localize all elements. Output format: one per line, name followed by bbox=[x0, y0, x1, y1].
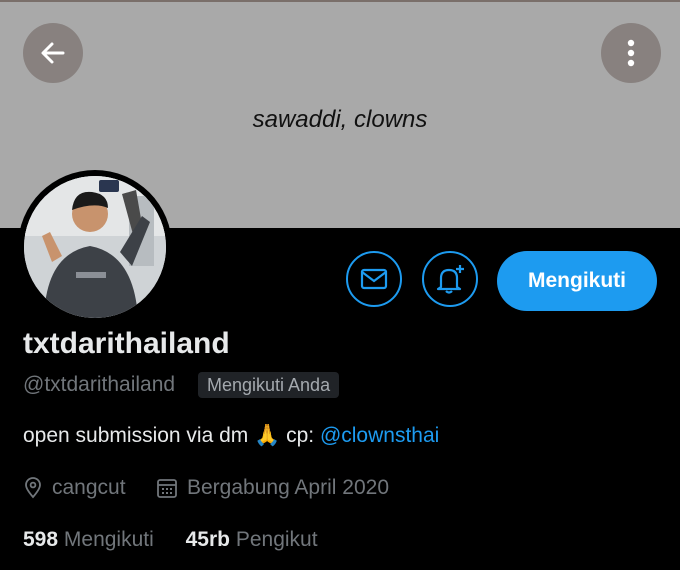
followers-count: 45rb bbox=[185, 528, 230, 551]
join-date: Bergabung April 2020 bbox=[156, 476, 389, 500]
calendar-icon bbox=[157, 479, 177, 498]
following-count: 598 bbox=[23, 528, 59, 551]
follows-you-badge: Mengikuti Anda bbox=[198, 372, 340, 398]
avatar-image bbox=[24, 176, 166, 318]
followers-label: Pengikut bbox=[235, 528, 318, 551]
avatar[interactable] bbox=[18, 170, 172, 324]
bio-mention-link[interactable]: @clownsthai bbox=[320, 424, 439, 447]
back-button[interactable] bbox=[23, 23, 83, 83]
message-button[interactable] bbox=[346, 251, 402, 307]
username: @txtdarithailand bbox=[23, 373, 176, 396]
more-vertical-icon bbox=[627, 39, 635, 67]
location: cangcut bbox=[23, 476, 126, 500]
bio: open submission via dm 🙏 cp: @clownsthai bbox=[23, 424, 439, 448]
bio-text: open submission via dm 🙏 cp: bbox=[23, 424, 315, 447]
envelope-icon bbox=[360, 268, 388, 290]
notify-button[interactable] bbox=[422, 251, 478, 307]
banner-text: sawaddi, clowns bbox=[252, 106, 428, 133]
following-button[interactable]: Mengikuti bbox=[497, 251, 657, 311]
location-text: cangcut bbox=[52, 476, 126, 499]
followers-stat[interactable]: 45rb Pengikut bbox=[186, 528, 318, 551]
location-pin-icon bbox=[25, 477, 41, 499]
bell-plus-icon bbox=[436, 265, 464, 294]
join-date-text: Bergabung April 2020 bbox=[187, 476, 389, 499]
follow-stats: 598 Mengikuti 45rb Pengikut bbox=[23, 528, 344, 552]
arrow-left-icon bbox=[41, 42, 65, 64]
following-stat[interactable]: 598 Mengikuti bbox=[23, 528, 154, 551]
display-name: txtdarithailand bbox=[23, 327, 230, 360]
following-label: Mengikuti bbox=[63, 528, 154, 551]
more-options-button[interactable] bbox=[601, 23, 661, 83]
